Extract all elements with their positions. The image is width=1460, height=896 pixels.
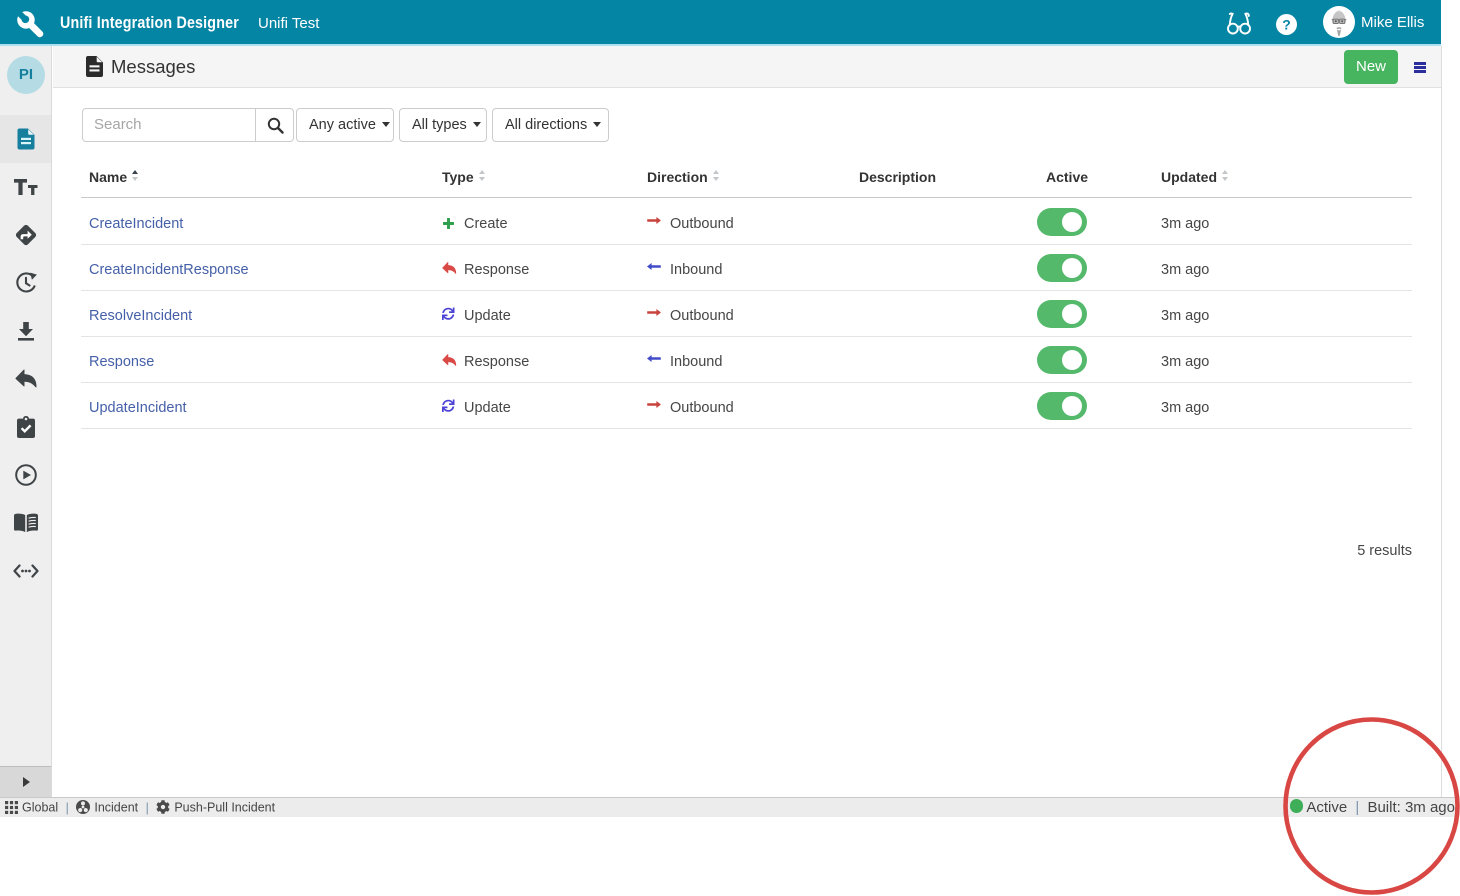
svg-text:?: ? [1282,16,1291,32]
